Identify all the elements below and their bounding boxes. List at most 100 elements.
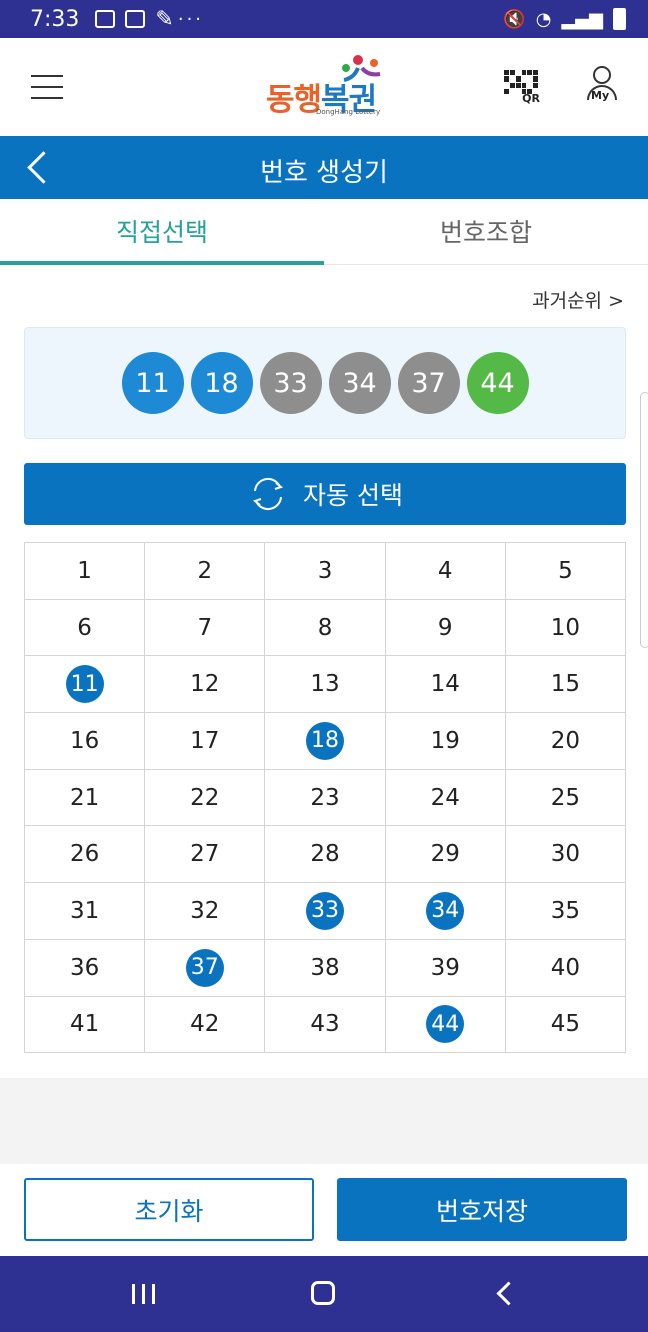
selected-number-marker: 34 bbox=[426, 891, 465, 930]
home-icon[interactable] bbox=[311, 1281, 335, 1305]
number-label: 26 bbox=[69, 841, 100, 868]
number-label: 45 bbox=[550, 1011, 581, 1038]
number-cell[interactable]: 9 bbox=[384, 598, 506, 657]
number-cell[interactable]: 40 bbox=[504, 938, 627, 997]
number-label: 38 bbox=[310, 954, 340, 981]
user-icon bbox=[593, 66, 611, 84]
auto-select-label: 자동 선택 bbox=[303, 481, 403, 510]
number-cell[interactable]: 26 bbox=[23, 825, 146, 884]
qr-code-icon bbox=[504, 70, 538, 94]
tab-direct-select[interactable]: 직접선택 bbox=[0, 199, 324, 265]
number-cell[interactable]: 38 bbox=[264, 938, 386, 997]
number-label: 29 bbox=[430, 841, 460, 868]
number-label: 28 bbox=[310, 841, 340, 868]
number-cell[interactable]: 44 bbox=[384, 995, 506, 1054]
number-cell[interactable]: 32 bbox=[144, 882, 266, 940]
auto-select-button[interactable]: 자동 선택 bbox=[24, 463, 626, 525]
title-bar: 번호 생성기 bbox=[0, 136, 648, 199]
number-cell[interactable]: 27 bbox=[144, 825, 266, 884]
selected-ball: 44 bbox=[466, 352, 529, 414]
app-notification-icon: ✎ bbox=[155, 6, 174, 32]
status-time: 7:33 bbox=[30, 6, 80, 32]
number-cell[interactable]: 5 bbox=[504, 542, 627, 600]
number-cell[interactable]: 10 bbox=[504, 598, 627, 657]
number-cell[interactable]: 21 bbox=[23, 768, 146, 827]
number-cell[interactable]: 37 bbox=[144, 938, 266, 997]
number-cell[interactable]: 3 bbox=[264, 542, 386, 600]
selected-ball: 34 bbox=[328, 352, 391, 414]
number-cell[interactable]: 22 bbox=[144, 768, 266, 827]
number-label: 13 bbox=[310, 671, 340, 698]
number-cell[interactable]: 7 bbox=[144, 598, 266, 657]
number-cell[interactable]: 13 bbox=[264, 655, 386, 714]
menu-icon[interactable] bbox=[31, 75, 63, 99]
donghang-logo[interactable]: 동행복권 DongHang Lottery bbox=[264, 52, 388, 118]
number-cell[interactable]: 18 bbox=[264, 712, 386, 770]
number-label: 36 bbox=[69, 954, 100, 981]
number-label: 14 bbox=[430, 671, 460, 698]
selected-ball: 11 bbox=[121, 352, 184, 414]
qr-button[interactable]: QR bbox=[504, 70, 540, 105]
number-label: 21 bbox=[69, 784, 100, 811]
number-label: 40 bbox=[550, 954, 581, 981]
number-cell[interactable]: 28 bbox=[264, 825, 386, 884]
number-label: 25 bbox=[550, 784, 581, 811]
number-label: 27 bbox=[190, 841, 220, 868]
number-cell[interactable]: 20 bbox=[504, 712, 627, 770]
number-cell[interactable]: 33 bbox=[264, 882, 386, 940]
recent-apps-icon[interactable] bbox=[132, 1284, 156, 1304]
number-label: 2 bbox=[197, 557, 213, 584]
number-label: 24 bbox=[430, 784, 460, 811]
number-cell[interactable]: 25 bbox=[504, 768, 627, 827]
number-label: 8 bbox=[317, 614, 333, 641]
system-nav-bar bbox=[0, 1256, 648, 1332]
number-label: 42 bbox=[190, 1011, 220, 1038]
number-label: 43 bbox=[310, 1011, 340, 1038]
number-cell[interactable]: 35 bbox=[504, 882, 627, 940]
my-page-button[interactable]: My bbox=[585, 66, 619, 106]
number-cell[interactable]: 11 bbox=[23, 655, 146, 714]
number-cell[interactable]: 8 bbox=[264, 598, 386, 657]
number-cell[interactable]: 2 bbox=[144, 542, 266, 600]
battery-icon bbox=[613, 8, 626, 30]
number-label: 32 bbox=[190, 897, 220, 924]
nav-back-icon[interactable] bbox=[494, 1280, 514, 1308]
number-cell[interactable]: 36 bbox=[23, 938, 146, 997]
number-cell[interactable]: 19 bbox=[384, 712, 506, 770]
number-cell[interactable]: 6 bbox=[23, 598, 146, 657]
number-label: 20 bbox=[550, 727, 581, 754]
edge-panel-handle[interactable] bbox=[640, 392, 648, 648]
number-cell[interactable]: 30 bbox=[504, 825, 627, 884]
number-label: 17 bbox=[190, 727, 220, 754]
number-cell[interactable]: 16 bbox=[23, 712, 146, 770]
reset-button[interactable]: 초기화 bbox=[24, 1178, 314, 1241]
number-label: 9 bbox=[437, 614, 453, 641]
number-cell[interactable]: 31 bbox=[23, 882, 146, 940]
number-label: 19 bbox=[430, 727, 460, 754]
number-cell[interactable]: 12 bbox=[144, 655, 266, 714]
past-rank-link[interactable]: 과거순위 > bbox=[532, 286, 624, 313]
number-cell[interactable]: 45 bbox=[504, 995, 627, 1054]
number-cell[interactable]: 14 bbox=[384, 655, 506, 714]
number-cell[interactable]: 43 bbox=[264, 995, 386, 1054]
number-grid: 1 2 3 4 5 6 7 8 9 10 11 12 13 14 15 16 17 18 19 20 21 22 23 24 2… bbox=[23, 542, 627, 1054]
more-notifications-icon: ··· bbox=[177, 8, 205, 30]
number-label: 39 bbox=[430, 954, 460, 981]
save-numbers-button[interactable]: 번호저장 bbox=[337, 1178, 627, 1241]
tab-number-combination[interactable]: 번호조합 bbox=[324, 199, 648, 265]
number-cell[interactable]: 34 bbox=[384, 882, 506, 940]
image-notification-icon bbox=[125, 10, 146, 28]
number-cell[interactable]: 23 bbox=[264, 768, 386, 827]
number-cell[interactable]: 42 bbox=[144, 995, 266, 1054]
number-label: 22 bbox=[190, 784, 220, 811]
number-cell[interactable]: 1 bbox=[23, 542, 146, 600]
number-cell[interactable]: 17 bbox=[144, 712, 266, 770]
number-cell[interactable]: 39 bbox=[384, 938, 506, 997]
number-cell[interactable]: 41 bbox=[23, 995, 146, 1054]
number-cell[interactable]: 4 bbox=[384, 542, 506, 600]
status-bar: 7:33 ✎ ··· 🔇 ◔ ▂▄▆ bbox=[0, 0, 648, 38]
number-cell[interactable]: 15 bbox=[504, 655, 627, 714]
number-cell[interactable]: 24 bbox=[384, 768, 506, 827]
number-cell[interactable]: 29 bbox=[384, 825, 506, 884]
number-label: 41 bbox=[69, 1011, 100, 1038]
